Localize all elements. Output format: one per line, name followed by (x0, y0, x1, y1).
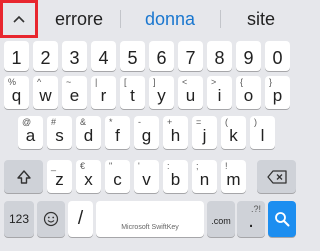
shift-arrow-icon (4, 160, 43, 193)
key-label: p (272, 86, 283, 105)
key-3[interactable]: 3 (62, 41, 87, 71)
key-m[interactable]: ! m (221, 160, 246, 193)
backspace-key[interactable] (257, 160, 296, 193)
key-label: 2 (40, 48, 51, 68)
numbers-mode-key[interactable]: 123 (4, 201, 34, 237)
key-label: w (39, 86, 52, 105)
slash-key[interactable]: / (68, 201, 93, 237)
key-label: z (55, 170, 64, 189)
expand-toolbar-button[interactable] (0, 0, 38, 38)
key-p[interactable]: } p (265, 76, 290, 109)
suggestion-bar: errore donna site (0, 0, 300, 38)
key-label: v (142, 170, 151, 189)
key-label: u (185, 86, 196, 105)
key-l[interactable]: ) l (250, 116, 275, 149)
space-brand-label: Microsoft SwiftKey (121, 224, 179, 231)
key-i[interactable]: > i (207, 76, 232, 109)
key-a[interactable]: @ a (18, 116, 43, 149)
chevron-up-icon (13, 15, 25, 23)
key-label: g (141, 126, 152, 145)
key-label: 8 (214, 48, 225, 68)
key-f[interactable]: * f (105, 116, 130, 149)
period-key[interactable]: .?! . (237, 201, 265, 237)
key-label: h (170, 126, 181, 145)
suggestion-right[interactable]: site (222, 7, 300, 31)
key-label: s (55, 126, 64, 145)
search-action-key[interactable] (268, 201, 296, 237)
key-label: 0 (272, 48, 283, 68)
key-label: l (260, 126, 265, 145)
key-v[interactable]: ' v (134, 160, 159, 193)
key-u[interactable]: < u (178, 76, 203, 109)
key-w[interactable]: ^ w (33, 76, 58, 109)
key-label: / (77, 208, 84, 229)
emoji-key[interactable] (37, 201, 65, 237)
key-label: x (84, 170, 93, 189)
key-5[interactable]: 5 (120, 41, 145, 71)
key-label: o (243, 86, 254, 105)
key-label: i (217, 86, 222, 105)
key-label: c (113, 170, 122, 189)
key-label: d (83, 126, 94, 145)
key-c[interactable]: " c (105, 160, 130, 193)
key-e[interactable]: ~ e (62, 76, 87, 109)
key-o[interactable]: {o (236, 76, 261, 109)
key-9[interactable]: 9 (236, 41, 261, 71)
space-bar[interactable]: Microsoft SwiftKey (96, 201, 204, 237)
key-label: 123 (8, 212, 30, 226)
key-label: q (11, 86, 22, 105)
key-label: j (202, 126, 207, 145)
key-s[interactable]: # s (47, 116, 72, 149)
key-y[interactable]: ] y (149, 76, 174, 109)
key-label: 3 (69, 48, 80, 68)
suggestion-divider (120, 10, 121, 28)
key-label: r (100, 86, 107, 105)
key-label: k (229, 126, 238, 145)
key-b[interactable]: :b (163, 160, 188, 193)
key-label: 1 (11, 48, 22, 68)
shift-key[interactable] (4, 160, 43, 193)
suggestion-divider (220, 10, 221, 28)
key-label: b (170, 170, 181, 189)
key-d[interactable]: & d (76, 116, 101, 149)
key-0[interactable]: 0 (265, 41, 290, 71)
key-label: .com (211, 216, 231, 226)
key-x[interactable]: € x (76, 160, 101, 193)
search-icon (268, 201, 296, 237)
key-label: 7 (185, 48, 196, 68)
key-label: a (25, 126, 36, 145)
key-g[interactable]: -g (134, 116, 159, 149)
key-label: f (115, 126, 120, 145)
key-z[interactable]: _ z (47, 160, 72, 193)
key-label: . (248, 210, 254, 232)
suggestion-middle[interactable]: donna (122, 7, 218, 31)
key-8[interactable]: 8 (207, 41, 232, 71)
smiley-icon (37, 201, 65, 237)
key-label: 6 (156, 48, 167, 68)
key-label: y (157, 86, 166, 105)
key-h[interactable]: + h (163, 116, 188, 149)
key-1[interactable]: 1 (4, 41, 29, 71)
key-t[interactable]: [t (120, 76, 145, 109)
key-2[interactable]: 2 (33, 41, 58, 71)
key-7[interactable]: 7 (178, 41, 203, 71)
key-label: 9 (243, 48, 254, 68)
key-label: t (130, 86, 135, 105)
key-label: n (199, 170, 210, 189)
dotcom-key[interactable]: .com (207, 201, 235, 237)
key-k[interactable]: (k (221, 116, 246, 149)
backspace-icon (257, 160, 296, 193)
suggestion-left[interactable]: errore (40, 7, 118, 31)
key-r[interactable]: | r (91, 76, 116, 109)
key-j[interactable]: = j (192, 116, 217, 149)
key-4[interactable]: 4 (91, 41, 116, 71)
key-q[interactable]: % q (4, 76, 29, 109)
key-label: e (69, 86, 80, 105)
key-label: m (226, 170, 241, 189)
key-label: 4 (98, 48, 109, 68)
key-6[interactable]: 6 (149, 41, 174, 71)
key-label: 5 (127, 48, 138, 68)
key-n[interactable]: ; n (192, 160, 217, 193)
